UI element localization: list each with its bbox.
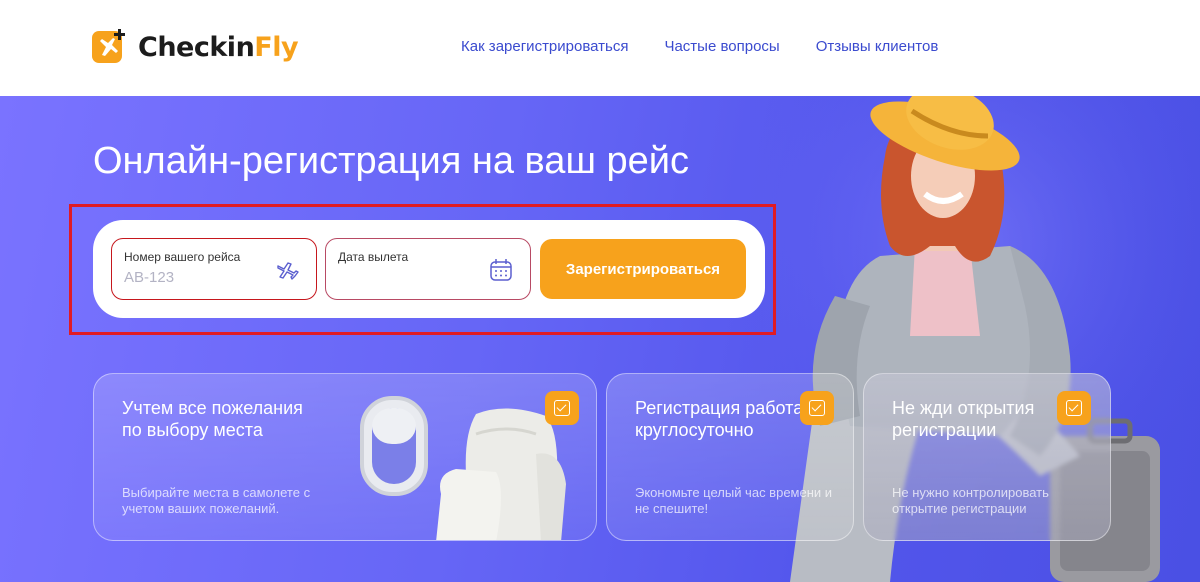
registration-form: Номер вашего рейса Дата вылета Зарегистр… — [93, 220, 765, 318]
logo-plane-icon — [92, 29, 125, 63]
departure-date-input[interactable] — [338, 269, 478, 286]
flight-number-label: Номер вашего рейса — [124, 250, 241, 264]
checkbox-icon — [1057, 391, 1091, 425]
logo-text-checkin: Checkin — [138, 31, 255, 63]
feature-card-24-7: Регистрация работает круглосуточно Эконо… — [606, 373, 854, 541]
hero-title: Онлайн-регистрация на ваш рейс — [93, 140, 689, 182]
logo[interactable]: CheckinFly — [92, 29, 299, 65]
card-description: Не нужно контролировать открытие регистр… — [892, 485, 1049, 516]
departure-date-label: Дата вылета — [338, 250, 409, 264]
calendar-icon[interactable] — [488, 257, 514, 283]
main-nav: Как зарегистрироваться Частые вопросы От… — [461, 38, 938, 55]
nav-link-faq[interactable]: Частые вопросы — [664, 38, 779, 55]
departure-date-field[interactable]: Дата вылета — [325, 238, 531, 300]
card-description: Выбирайте места в самолете с учетом ваши… — [122, 485, 311, 516]
feature-card-seat-choice: Учтем все пожелания по выбору места Выби… — [93, 373, 597, 541]
logo-text: CheckinFly — [138, 31, 299, 63]
register-button[interactable]: Зарегистрироваться — [540, 239, 746, 299]
logo-text-fly: Fly — [254, 31, 299, 63]
feature-card-no-waiting: Не жди открытия регистрации Не нужно кон… — [863, 373, 1111, 541]
flight-number-field[interactable]: Номер вашего рейса — [111, 238, 317, 300]
hero-section: Онлайн-регистрация на ваш рейс Номер ваш… — [0, 96, 1200, 582]
card-description: Экономьте целый час времени и не спешите… — [635, 485, 833, 516]
site-header: CheckinFly Как зарегистрироваться Частые… — [0, 0, 1200, 96]
card-title: Учтем все пожелания по выбору места — [122, 398, 303, 440]
checkbox-icon — [545, 391, 579, 425]
flight-number-input[interactable] — [124, 269, 264, 286]
nav-link-reviews[interactable]: Отзывы клиентов — [816, 38, 939, 55]
airplane-icon — [277, 262, 299, 280]
nav-link-how-to-register[interactable]: Как зарегистрироваться — [461, 38, 628, 55]
checkbox-icon — [800, 391, 834, 425]
